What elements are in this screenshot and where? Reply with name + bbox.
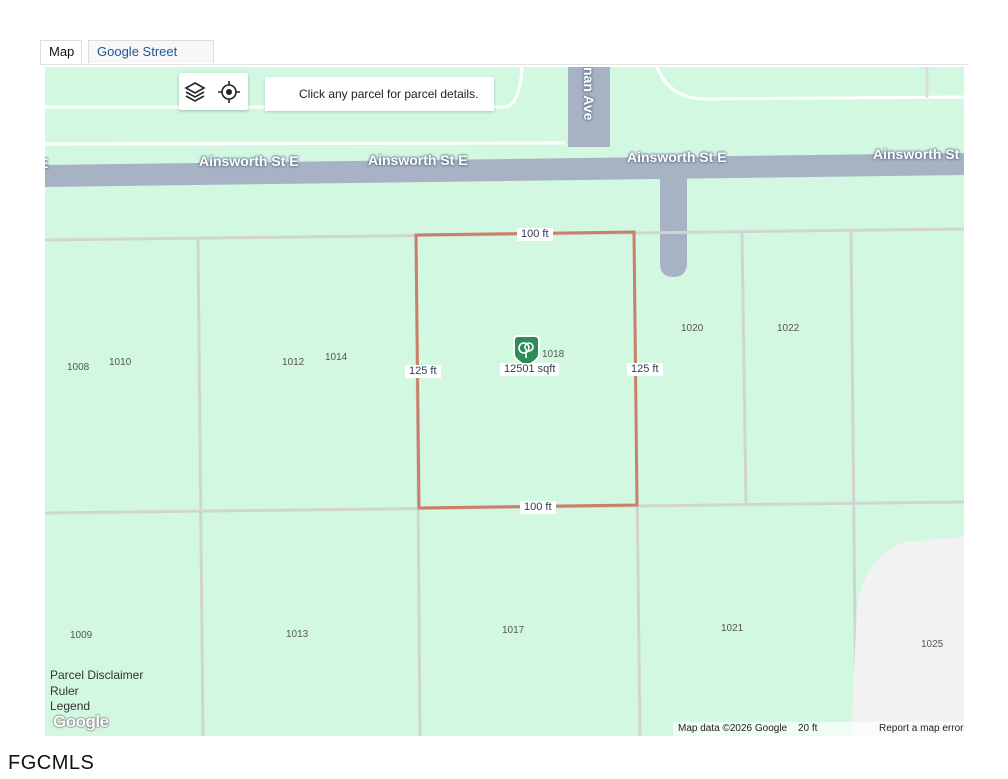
lot-number: 1008 xyxy=(67,362,90,373)
street-label: Ainsworth St E xyxy=(627,149,727,165)
layers-button[interactable] xyxy=(182,79,208,105)
parcel-top-dimension: 100 ft xyxy=(517,228,553,241)
street-label: Ainsworth St E xyxy=(368,152,468,168)
parcel-disclaimer-link[interactable]: Parcel Disclaimer xyxy=(50,668,143,682)
tree-marker-icon xyxy=(513,335,540,368)
lot-number: 1014 xyxy=(325,352,348,363)
google-logo[interactable]: Google xyxy=(53,712,109,732)
lot-number: 1018 xyxy=(542,349,565,360)
map-scale[interactable]: 20 ft xyxy=(798,722,817,736)
street-label-avenue: nan Ave xyxy=(581,67,597,121)
map-attribution: Map data ©2026 Google 20 ft Report a map… xyxy=(673,722,964,736)
locate-button[interactable] xyxy=(216,79,242,105)
layers-icon xyxy=(184,82,206,102)
parcel-area-label: 12501 sqft xyxy=(500,363,560,376)
parcel-right-dimension: 125 ft xyxy=(627,363,663,376)
map-data-credit[interactable]: Map data ©2026 Google xyxy=(678,722,787,736)
lot-number: 1010 xyxy=(109,357,132,368)
street-label-fragment: E xyxy=(45,155,48,171)
lot-number: 1012 xyxy=(282,357,305,368)
lot-number: 1013 xyxy=(286,629,309,640)
lot-number: 1017 xyxy=(502,625,525,636)
parcel-lines xyxy=(45,227,964,736)
parcel-left-dimension: 125 ft xyxy=(405,365,441,378)
lot-number: 1021 xyxy=(721,623,744,634)
parcel-map[interactable]: Click any parcel for parcel details. E A… xyxy=(45,67,964,736)
report-map-error-link[interactable]: Report a map error xyxy=(879,722,963,736)
parcel-bottom-dimension: 100 ft xyxy=(520,501,556,514)
crosshair-icon xyxy=(218,81,240,103)
white-area xyxy=(851,537,964,736)
ruler-link[interactable]: Ruler xyxy=(50,684,79,698)
tab-map[interactable]: Map xyxy=(40,40,82,64)
road-stub xyxy=(660,177,687,277)
lot-number: 1022 xyxy=(777,323,800,334)
lot-number: 1025 xyxy=(921,639,944,650)
map-tab-bar: Map Google Street View xyxy=(40,40,968,81)
street-label: Ainsworth St E xyxy=(199,153,299,169)
fgcmls-logo: FGCMLS xyxy=(8,752,95,774)
parcel-hint: Click any parcel for parcel details. xyxy=(265,77,494,111)
street-label: Ainsworth St xyxy=(873,146,960,162)
lot-number: 1020 xyxy=(681,323,704,334)
road-ainsworth xyxy=(45,153,964,187)
tab-google-street-view[interactable]: Google Street View xyxy=(88,40,214,81)
legend-link[interactable]: Legend xyxy=(50,699,90,713)
lot-number: 1009 xyxy=(70,630,93,641)
map-controls xyxy=(179,73,248,110)
